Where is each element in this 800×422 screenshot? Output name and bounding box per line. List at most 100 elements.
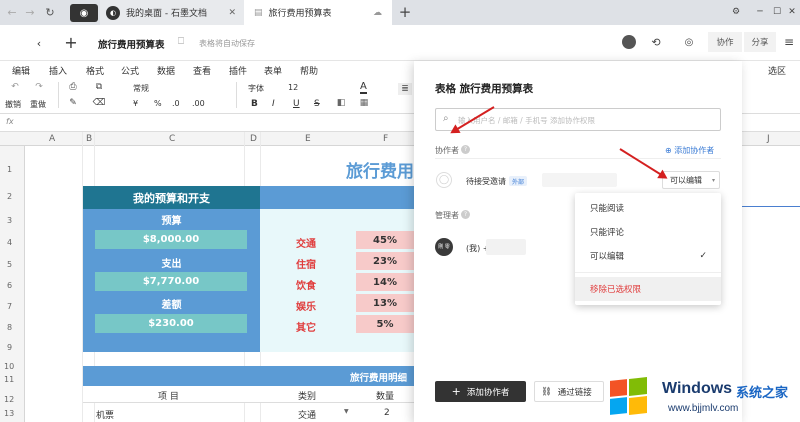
doc-title[interactable]: 旅行费用预算表 [98, 37, 165, 51]
row-11[interactable]: 11 [4, 375, 14, 384]
add-collaborator-button[interactable]: + 添加协作者 [435, 381, 526, 402]
avatar[interactable] [622, 35, 636, 49]
copy-format-icon[interactable]: ⧉ [92, 81, 106, 93]
menu-format[interactable]: 格式 [86, 64, 104, 77]
cat-pct[interactable]: 45% [356, 231, 414, 249]
undo-label[interactable]: 撤销 [5, 99, 21, 110]
row-9[interactable]: 9 [7, 343, 12, 352]
help-icon[interactable]: ? [461, 210, 470, 219]
window-close-icon[interactable]: ✕ [785, 4, 799, 20]
budget-box-title[interactable]: 我的预算和开支 [83, 186, 260, 209]
row-10[interactable]: 10 [4, 362, 14, 371]
percent-button[interactable]: % [154, 99, 162, 108]
fill-color-icon[interactable]: ◧ [335, 97, 347, 109]
border-icon[interactable]: ▦ [358, 97, 370, 109]
menu-plugins[interactable]: 插件 [229, 64, 247, 77]
bold-button[interactable]: B [251, 99, 258, 109]
diff-label[interactable]: 差额 [83, 296, 260, 311]
menu-formula[interactable]: 公式 [121, 64, 139, 77]
detail-title[interactable]: 旅行费用明细 [350, 370, 407, 384]
option-can-edit[interactable]: 可以编辑 ✓ [575, 244, 721, 268]
underline-button[interactable]: U [293, 99, 300, 109]
row-3[interactable]: 3 [7, 216, 12, 225]
decimal-0-button[interactable]: .0 [172, 99, 180, 108]
menu-insert[interactable]: 插入 [49, 64, 67, 77]
row-7[interactable]: 7 [7, 302, 12, 311]
cat-name[interactable]: 饮食 [296, 277, 316, 292]
search-input[interactable]: ⌕ 输入用户名 / 邮箱 / 手机号 添加协作权限 [435, 108, 721, 131]
font-size-select[interactable]: 12 [288, 83, 298, 92]
undo-icon[interactable]: ↶ [8, 81, 22, 93]
menu-view[interactable]: 查看 [193, 64, 211, 77]
permission-select[interactable]: 可以编辑 ▾ [662, 171, 720, 189]
back-icon[interactable]: ← [4, 4, 20, 20]
paint-format-icon[interactable]: ✎ [66, 97, 80, 109]
row-4[interactable]: 4 [7, 238, 12, 247]
col-j[interactable]: J [767, 134, 770, 144]
cat-name[interactable]: 其它 [296, 319, 316, 334]
chevron-down-icon[interactable]: ▼ [344, 408, 349, 415]
collab-button[interactable]: 协作 [708, 32, 742, 52]
table-row-qty[interactable]: 2 [384, 408, 390, 418]
detail-header-qty[interactable]: 数量 [376, 389, 394, 402]
row-8[interactable]: 8 [7, 323, 12, 332]
help-icon[interactable]: ? [461, 145, 470, 154]
menu-help[interactable]: 帮助 [300, 64, 318, 77]
detail-header-category[interactable]: 类别 [298, 389, 316, 402]
present-icon[interactable]: ◎ [681, 34, 697, 50]
cat-pct[interactable]: 14% [356, 273, 414, 291]
currency-button[interactable]: ¥ [133, 99, 138, 108]
budget-value[interactable]: $8,000.00 [95, 230, 247, 249]
diff-value[interactable]: $230.00 [95, 314, 247, 333]
cat-pct[interactable]: 23% [356, 252, 414, 270]
font-select[interactable]: 字体 [248, 83, 264, 94]
row-2[interactable]: 2 [7, 192, 12, 201]
clear-format-icon[interactable]: ⌫ [92, 97, 106, 109]
option-comment-only[interactable]: 只能评论 [575, 220, 721, 244]
print-icon[interactable]: ⎙ [66, 81, 80, 93]
decimal-00-button[interactable]: .00 [192, 99, 205, 108]
italic-button[interactable]: I [272, 99, 275, 109]
bookmark-icon[interactable]: ⎕ [178, 36, 184, 47]
text-color-button[interactable]: A [360, 81, 367, 94]
sheet-big-title[interactable]: 旅行费用 [346, 157, 414, 182]
remove-permission-option[interactable]: 移除已选权限 [575, 277, 721, 301]
row-5[interactable]: 5 [7, 260, 12, 269]
new-doc-icon[interactable]: + [62, 33, 80, 52]
col-e[interactable]: E [305, 134, 311, 144]
redo-icon[interactable]: ↷ [32, 81, 46, 93]
table-row-item[interactable]: 机票 [96, 408, 114, 421]
menu-data[interactable]: 数据 [157, 64, 175, 77]
close-icon[interactable]: ✕ [228, 8, 236, 18]
settings-gear-icon[interactable]: ⚙ [728, 4, 744, 20]
menu-form[interactable]: 表单 [264, 64, 282, 77]
row-6[interactable]: 6 [7, 281, 12, 290]
row-12[interactable]: 12 [4, 395, 14, 404]
col-f[interactable]: F [383, 134, 388, 144]
col-a[interactable]: A [49, 134, 55, 144]
col-b[interactable]: B [86, 134, 92, 144]
cat-name[interactable]: 交通 [296, 235, 316, 250]
align-icon[interactable]: ≣ [398, 83, 412, 95]
row-13[interactable]: 13 [4, 409, 14, 418]
col-c[interactable]: C [169, 134, 175, 144]
history-icon[interactable]: ⟲ [648, 34, 664, 50]
spent-value[interactable]: $7,770.00 [95, 272, 247, 291]
cat-pct[interactable]: 13% [356, 294, 414, 312]
spent-label[interactable]: 支出 [83, 255, 260, 270]
detail-header-item[interactable]: 项 目 [158, 389, 179, 402]
tab-desktop[interactable]: ◐ 我的桌面 - 石墨文档 ✕ [100, 0, 244, 25]
number-format-select[interactable]: 常规 [133, 83, 149, 94]
chevron-left-icon[interactable]: ‹ [28, 35, 50, 51]
share-button[interactable]: 分享 [744, 32, 776, 52]
table-row-category[interactable]: 交通 [298, 408, 316, 421]
new-tab-icon[interactable]: + [396, 3, 414, 21]
budget-label[interactable]: 预算 [83, 212, 260, 227]
share-link-button[interactable]: ⛓ 通过链接 [534, 381, 604, 402]
redo-label[interactable]: 重做 [30, 99, 46, 110]
menu-selection[interactable]: 选区 [768, 64, 786, 77]
row-1[interactable]: 1 [7, 165, 12, 174]
maximize-icon[interactable]: ☐ [770, 4, 784, 20]
formula-input[interactable] [24, 116, 414, 130]
app-logo-icon[interactable]: ◉ [70, 4, 98, 22]
